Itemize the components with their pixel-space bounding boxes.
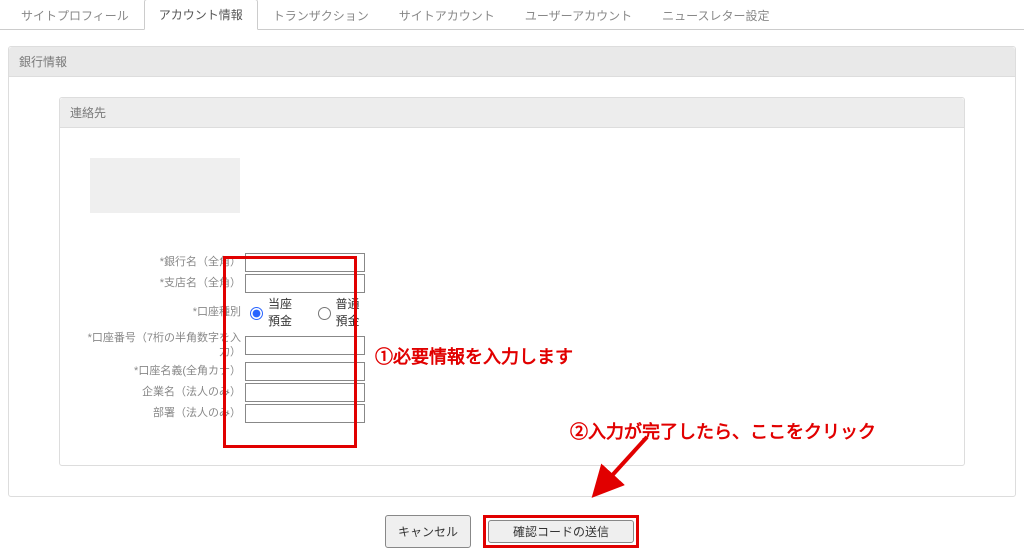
contact-sub-panel: 連絡先 *銀行名（全角） *支店名（全角） *口座種別 [59,97,965,466]
bank-info-panel: 銀行情報 連絡先 *銀行名（全角） *支店名（全角） *口座種別 [8,46,1016,497]
input-account-number[interactable] [245,336,365,355]
radio-option-checking[interactable]: 当座預金 [245,295,303,329]
send-code-button[interactable]: 確認コードの送信 [488,520,634,543]
input-department[interactable] [245,404,365,423]
input-company-name[interactable] [245,383,365,402]
label-department: 部署（法人のみ） [80,406,245,420]
radio-option-savings[interactable]: 普通預金 [313,295,371,329]
annotation-step2: ②入力が完了したら、ここをクリック [570,418,876,444]
cancel-button[interactable]: キャンセル [385,515,471,548]
buttons-row: キャンセル 確認コードの送信 [0,497,1024,558]
tab-bar: サイトプロフィール アカウント情報 トランザクション サイトアカウント ユーザー… [0,0,1024,30]
radio-savings-label: 普通預金 [336,295,371,329]
tab-site-profile[interactable]: サイトプロフィール [6,0,144,30]
image-placeholder [90,158,240,213]
label-bank-name: *銀行名（全角） [80,255,245,269]
panel-title: 銀行情報 [9,47,1015,77]
annotation-step1: ①必要情報を入力します [375,343,573,369]
tab-newsletter[interactable]: ニュースレター設定 [647,0,784,30]
highlight-box-send: 確認コードの送信 [483,515,639,548]
sub-panel-title: 連絡先 [60,98,964,128]
tab-site-account[interactable]: サイトアカウント [384,0,510,30]
radio-savings[interactable] [318,307,331,320]
tab-user-account[interactable]: ユーザーアカウント [510,0,647,30]
tab-account-info[interactable]: アカウント情報 [144,0,258,30]
input-bank-name[interactable] [245,253,365,272]
input-branch-name[interactable] [245,274,365,293]
label-branch-name: *支店名（全角） [80,276,245,290]
radio-checking[interactable] [250,307,263,320]
input-account-holder[interactable] [245,362,365,381]
label-company-name: 企業名（法人のみ） [80,385,245,399]
label-account-number: *口座番号（7桁の半角数字を入力） [80,331,245,360]
radio-checking-label: 当座預金 [268,295,303,329]
label-account-type: *口座種別 [80,305,245,319]
label-account-holder: *口座名義(全角カナ） [80,364,245,378]
tab-transactions[interactable]: トランザクション [258,0,384,30]
